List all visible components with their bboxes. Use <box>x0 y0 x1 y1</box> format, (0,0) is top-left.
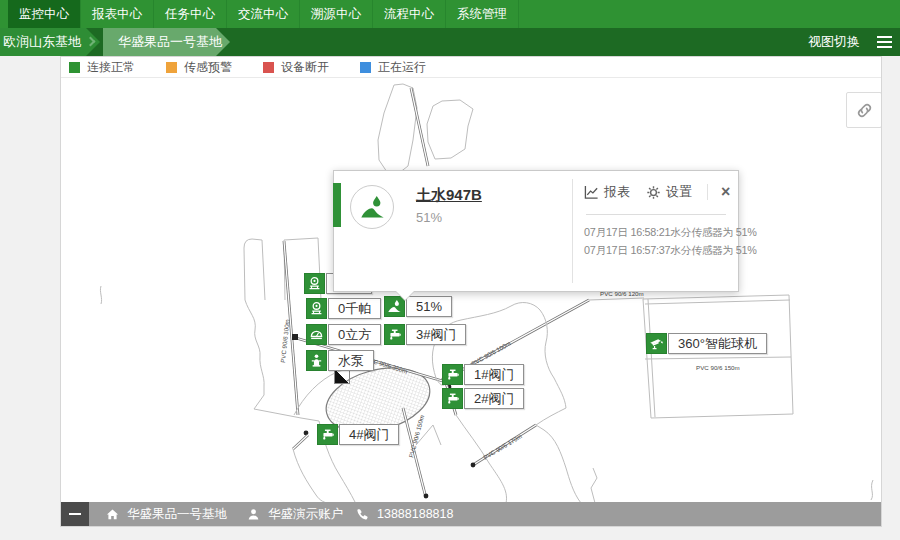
soil-moisture-icon <box>350 185 394 229</box>
map-marker-51%[interactable]: 51% <box>384 296 452 317</box>
popup-accent-strip <box>333 183 341 227</box>
map-marker-3#阀门[interactable]: 3#阀门 <box>384 324 466 345</box>
breadcrumb-label: 华盛果品一号基地 <box>118 34 222 49</box>
popup-title: 土水947B <box>416 186 482 205</box>
valve-icon <box>317 424 338 445</box>
breadcrumb: 欧润山东基地 华盛果品一号基地 视图切换 <box>0 28 900 56</box>
chart-icon <box>584 185 599 200</box>
map-marker-360°智能球机[interactable]: 360°智能球机 <box>646 333 767 354</box>
map-marker-2#阀门[interactable]: 2#阀门 <box>442 388 524 409</box>
sensor-popup: 土水947B 51% 报表 设置 × 07月17日 16:58:21水分传感器为… <box>333 170 739 292</box>
map-marker-1#阀门[interactable]: 1#阀门 <box>442 364 524 385</box>
legend-item-0: 连接正常 <box>69 59 135 76</box>
map-marker-水泵[interactable]: 水泵 <box>306 350 374 371</box>
pipe-label: PVC 90/6 100m <box>470 340 512 367</box>
report-label: 报表 <box>604 183 630 201</box>
pipe-label: PVC 90/6 170m <box>482 432 523 461</box>
legend-color-swatch <box>263 62 274 73</box>
legend-color-swatch <box>69 62 80 73</box>
pump-icon <box>306 350 327 371</box>
home-icon <box>106 508 119 521</box>
map-marker-0立方[interactable]: 0立方 <box>306 324 381 345</box>
nav-item-1[interactable]: 报表中心 <box>81 0 154 28</box>
map-marker-4#阀门[interactable]: 4#阀门 <box>317 424 399 445</box>
close-button[interactable]: × <box>721 183 730 201</box>
popup-value: 51% <box>416 210 442 225</box>
meter-icon <box>306 298 327 319</box>
nav-item-2[interactable]: 任务中心 <box>154 0 227 28</box>
settings-button[interactable]: 设置 <box>646 183 692 201</box>
pipe-label: PVC 90/6 150m <box>696 364 740 371</box>
divider <box>707 184 708 200</box>
legend-label: 设备断开 <box>281 59 329 76</box>
log-line-1: 07月17日 16:57:37水分传感器为 51% <box>584 241 757 259</box>
report-button[interactable]: 报表 <box>584 183 630 201</box>
marker-label: 0千帕 <box>328 298 381 319</box>
breadcrumb-label: 欧润山东基地 <box>3 34 81 49</box>
marker-label: 3#阀门 <box>406 324 466 345</box>
divider <box>572 179 573 283</box>
popup-logs: 07月17日 16:58:21水分传感器为 51%07月17日 16:57:37… <box>584 223 757 259</box>
legend-label: 传感预警 <box>184 59 232 76</box>
user-icon <box>247 508 260 521</box>
main-panel: 连接正常 传感预警 设备断开 正在运行 <box>60 56 882 527</box>
marker-label: 2#阀门 <box>464 388 524 409</box>
map-area[interactable]: PVC 90/6 300mPVC 90/6 350mPVC 90/6 100mP… <box>61 78 881 503</box>
phone-icon <box>356 508 369 521</box>
camera-icon <box>646 333 667 354</box>
legend-item-1: 传感预警 <box>166 59 232 76</box>
statusbar-base[interactable]: 华盛果品一号基地 <box>106 506 227 523</box>
legend-color-swatch <box>166 62 177 73</box>
legend-item-2: 设备断开 <box>263 59 329 76</box>
legend-item-3: 正在运行 <box>360 59 426 76</box>
statusbar-phone-label: 13888188818 <box>377 507 453 521</box>
breadcrumb-item-current[interactable]: 华盛果品一号基地 <box>103 28 230 56</box>
menu-icon[interactable] <box>877 36 892 48</box>
nav-item-3[interactable]: 交流中心 <box>227 0 300 28</box>
nav-item-4[interactable]: 溯源中心 <box>300 0 373 28</box>
legend-label: 正在运行 <box>378 59 426 76</box>
marker-label: 1#阀门 <box>464 364 524 385</box>
marker-label: 水泵 <box>328 350 374 371</box>
valve-icon <box>384 324 405 345</box>
marker-label: 4#阀门 <box>339 424 399 445</box>
nav-item-6[interactable]: 系统管理 <box>446 0 519 28</box>
marker-label: 360°智能球机 <box>668 333 767 354</box>
view-switch-button[interactable]: 视图切换 <box>808 28 860 56</box>
popup-tail <box>396 291 414 300</box>
statusbar-base-label: 华盛果品一号基地 <box>127 506 227 523</box>
map-marker-0千帕[interactable]: 0千帕 <box>306 298 381 319</box>
marker-label: 0立方 <box>328 324 381 345</box>
legend-color-swatch <box>360 62 371 73</box>
meter-icon <box>304 273 325 294</box>
valve-icon <box>442 388 463 409</box>
gear-icon <box>646 185 661 200</box>
statusbar-phone[interactable]: 13888188818 <box>356 507 453 521</box>
flow-icon <box>306 324 327 345</box>
nav-item-0[interactable]: 监控中心 <box>8 0 81 28</box>
nav-item-5[interactable]: 流程中心 <box>373 0 446 28</box>
collapse-button[interactable] <box>61 502 89 526</box>
statusbar-account[interactable]: 华盛演示账户 <box>247 506 343 523</box>
log-line-0: 07月17日 16:58:21水分传感器为 51% <box>584 223 757 241</box>
breadcrumb-item-base[interactable]: 欧润山东基地 <box>0 28 100 56</box>
pipe-label: PVC 90/6 300m <box>279 319 291 363</box>
top-nav: 监控中心报表中心任务中心交流中心溯源中心流程中心系统管理 <box>0 0 900 28</box>
valve-icon <box>442 364 463 385</box>
status-bar: 华盛果品一号基地 华盛演示账户 13888188818 <box>61 502 881 526</box>
legend-label: 连接正常 <box>87 59 135 76</box>
statusbar-account-label: 华盛演示账户 <box>268 506 343 523</box>
link-icon <box>855 101 874 120</box>
link-button[interactable] <box>846 92 881 128</box>
status-legend: 连接正常 传感预警 设备断开 正在运行 <box>61 57 881 78</box>
divider <box>586 214 726 215</box>
settings-label: 设置 <box>666 183 692 201</box>
